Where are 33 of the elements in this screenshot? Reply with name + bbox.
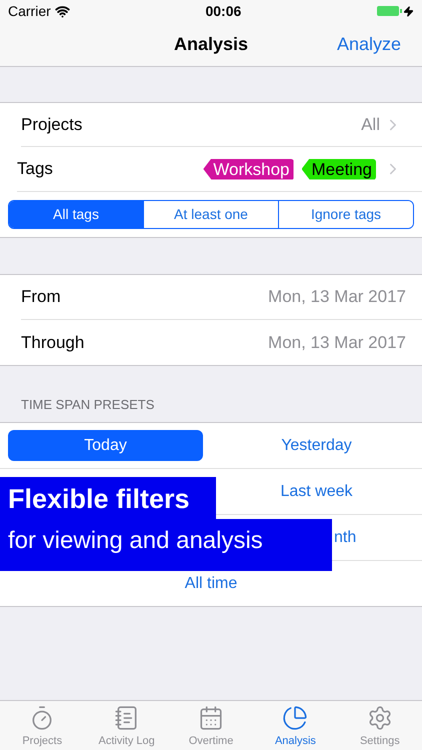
date-value[interactable]: Mon, 13 Mar 2017 — [268, 284, 406, 310]
battery-icon — [377, 6, 414, 16]
carrier-label: Carrier — [8, 2, 51, 20]
preset-option[interactable]: Last week — [272, 476, 361, 507]
screen-title: Analysis — [174, 32, 248, 56]
preset-option[interactable]: nth — [334, 522, 356, 553]
section-header: TIME SPAN PRESETS — [21, 396, 154, 414]
calendar-icon — [198, 704, 224, 730]
preset-option[interactable]: Yesterday — [273, 430, 360, 461]
tab-bar-item[interactable]: Projects — [0, 701, 84, 750]
wifi-icon — [54, 4, 70, 18]
segment-tab[interactable]: All tags — [9, 201, 143, 228]
preset-option[interactable]: Today — [8, 430, 203, 461]
tag-chip: Workshop — [203, 158, 294, 180]
tab-bar-item[interactable]: Analysis — [253, 701, 338, 750]
projects-value: All — [361, 114, 380, 136]
settings-icon — [366, 704, 393, 730]
date-value[interactable]: Mon, 13 Mar 2017 — [268, 330, 406, 356]
preset-option[interactable]: All time — [184, 572, 238, 596]
clock: 00:06 — [205, 2, 242, 20]
banner-title: Flexible filters — [0, 477, 216, 519]
date-label: Through — [21, 332, 86, 354]
pie-chart-icon — [282, 704, 308, 730]
segment-tab[interactable]: Ignore tags — [278, 201, 413, 228]
banner-subtitle: for viewing and analysis — [0, 519, 332, 571]
tab-bar-item[interactable]: Overtime — [168, 701, 254, 750]
projects-label: Projects — [21, 114, 84, 136]
analyze-button[interactable]: Analyze — [336, 30, 401, 58]
tab-bar-item[interactable]: Activity Log — [84, 701, 169, 750]
tag-chip: Meeting — [302, 158, 376, 180]
date-label: From — [21, 286, 62, 308]
tags-label: Tags — [17, 158, 54, 180]
tab-bar-item[interactable]: Settings — [338, 701, 422, 750]
